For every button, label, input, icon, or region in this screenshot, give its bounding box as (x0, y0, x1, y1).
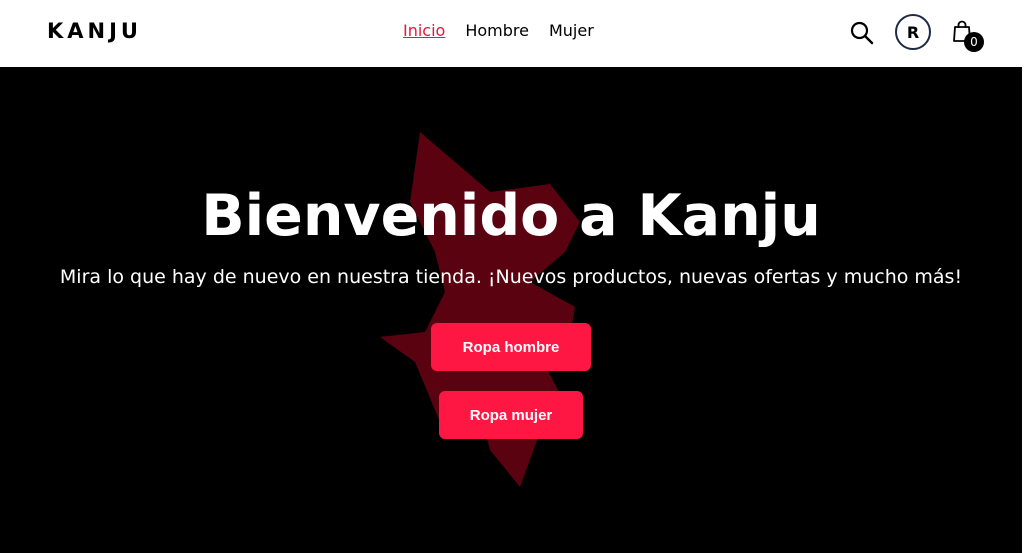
user-avatar[interactable]: R (895, 14, 931, 50)
main-nav: Inicio Hombre Mujer (403, 21, 594, 40)
search-icon (850, 21, 874, 45)
brand-logo[interactable]: KANJU (47, 19, 142, 43)
hero-banner: Bienvenido a Kanju Mira lo que hay de nu… (0, 67, 1022, 553)
shop-men-button[interactable]: Ropa hombre (431, 323, 591, 371)
nav-link-inicio[interactable]: Inicio (403, 21, 445, 40)
cart-count-badge: 0 (964, 32, 984, 52)
hero-subtitle: Mira lo que hay de nuevo en nuestra tien… (59, 266, 963, 288)
scrollbar[interactable] (1022, 0, 1027, 553)
search-button[interactable] (849, 20, 875, 46)
nav-link-hombre[interactable]: Hombre (465, 21, 529, 40)
hero-title: Bienvenido a Kanju (201, 183, 821, 249)
top-header: KANJU Inicio Hombre Mujer R 0 (0, 0, 1022, 67)
nav-link-mujer[interactable]: Mujer (549, 21, 594, 40)
shop-women-button[interactable]: Ropa mujer (439, 391, 583, 439)
